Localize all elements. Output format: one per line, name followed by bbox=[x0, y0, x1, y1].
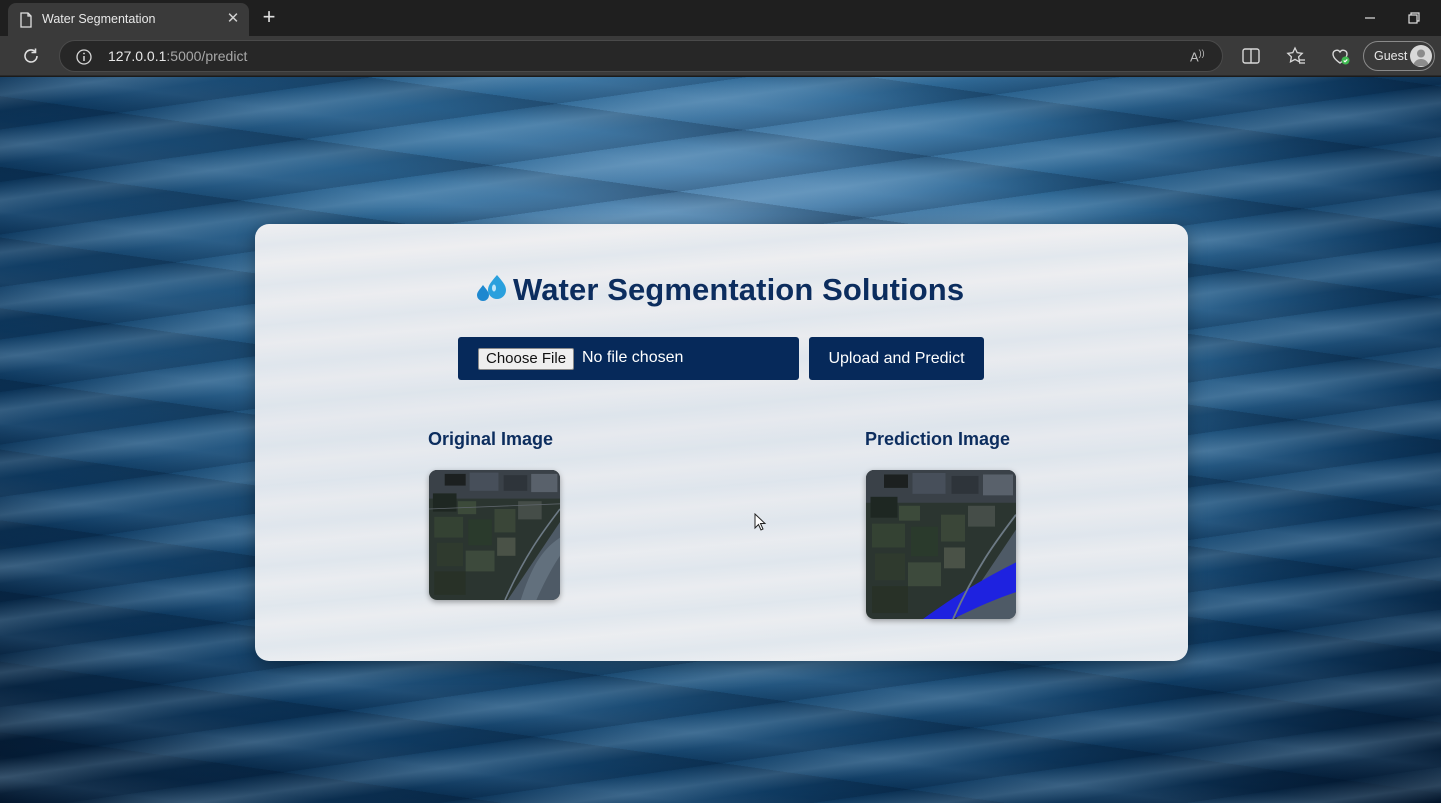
prediction-image bbox=[866, 470, 1016, 619]
original-image-title: Original Image bbox=[428, 429, 554, 449]
info-icon[interactable] bbox=[75, 48, 93, 66]
file-status: No file chosen bbox=[582, 349, 684, 366]
restore-icon[interactable] bbox=[1404, 8, 1424, 28]
profile-label: Guest bbox=[1374, 49, 1408, 63]
mouse-cursor bbox=[754, 513, 767, 531]
url-path: :5000/predict bbox=[166, 48, 248, 64]
minimize-icon[interactable] bbox=[1360, 8, 1380, 28]
page-header: Water Segmentation Solutions bbox=[473, 270, 964, 310]
address-bar[interactable]: 127.0.0.1:5000/predict A)) bbox=[59, 40, 1223, 72]
avatar bbox=[1410, 45, 1432, 67]
page-title: Water Segmentation Solutions bbox=[513, 272, 965, 307]
favorites-icon[interactable] bbox=[1285, 45, 1307, 67]
url-text: 127.0.0.1:5000/predict bbox=[108, 48, 247, 64]
close-icon[interactable]: ✕ bbox=[224, 10, 242, 28]
reload-icon[interactable] bbox=[20, 45, 42, 67]
prediction-image-title: Prediction Image bbox=[865, 429, 1011, 449]
profile-button[interactable]: Guest bbox=[1363, 41, 1435, 71]
water-drops-icon bbox=[477, 275, 506, 301]
tab-title: Water Segmentation bbox=[42, 12, 156, 26]
browser-essentials-icon[interactable] bbox=[1329, 45, 1351, 67]
page-icon bbox=[20, 12, 32, 28]
file-input[interactable]: Choose File No file chosen bbox=[458, 337, 799, 380]
original-image bbox=[429, 470, 560, 600]
url-host: 127.0.0.1 bbox=[108, 48, 167, 64]
split-screen-icon[interactable] bbox=[1240, 45, 1262, 67]
browser-toolbar: 127.0.0.1:5000/predict A)) Guest bbox=[0, 36, 1441, 76]
upload-predict-button[interactable]: Upload and Predict bbox=[809, 337, 984, 380]
browser-tab[interactable]: Water Segmentation ✕ bbox=[8, 3, 249, 36]
page-background: Water Segmentation Solutions Choose File… bbox=[0, 77, 1441, 803]
choose-file-button[interactable]: Choose File bbox=[478, 348, 575, 370]
plus-icon[interactable]: + bbox=[258, 6, 280, 30]
tab-strip: Water Segmentation ✕ + bbox=[0, 0, 1441, 36]
main-card: Water Segmentation Solutions Choose File… bbox=[255, 224, 1188, 661]
read-aloud-icon[interactable]: A)) bbox=[1190, 48, 1205, 64]
